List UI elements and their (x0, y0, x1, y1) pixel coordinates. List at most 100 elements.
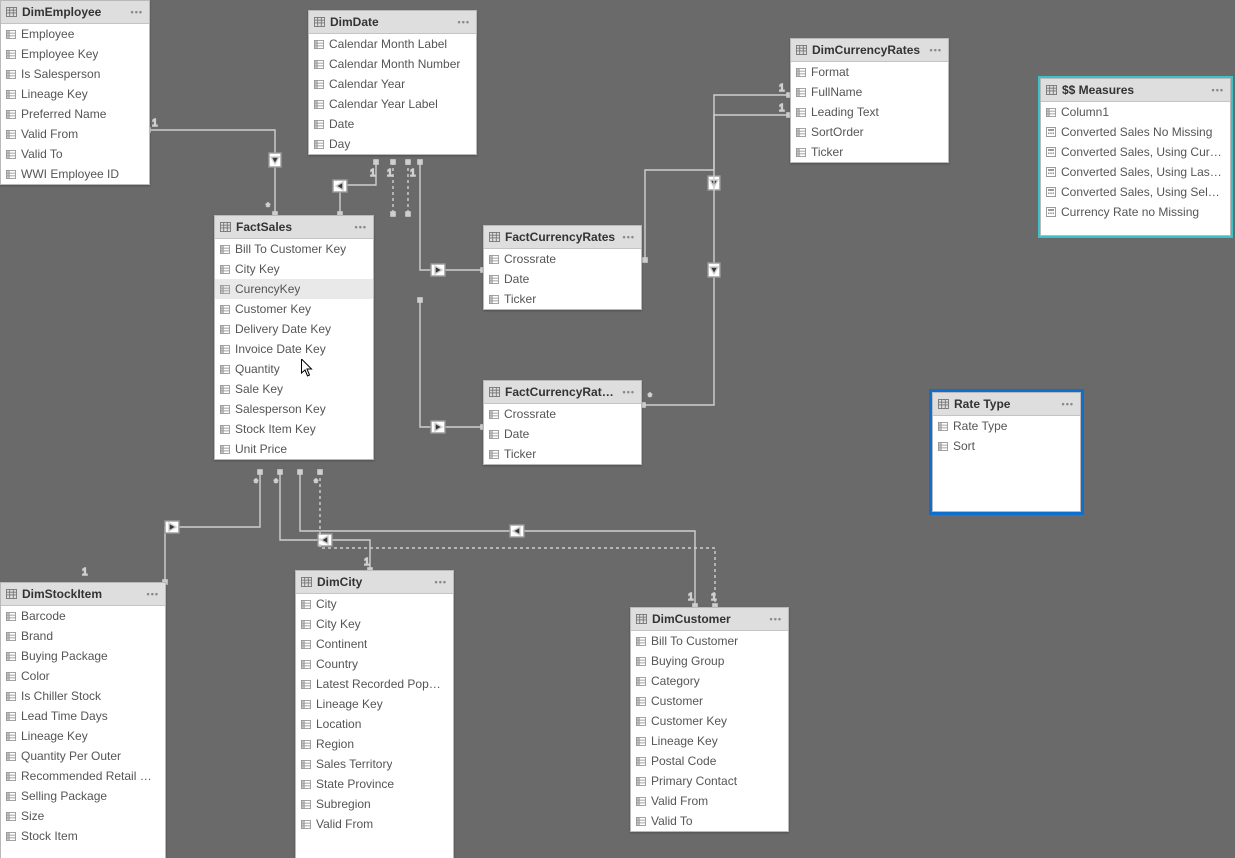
column-fullname[interactable]: FullName (791, 82, 948, 102)
column-is-chiller-stock[interactable]: Is Chiller Stock (1, 686, 165, 706)
table-dimstockitem[interactable]: DimStockItem ••• Barcode Brand Buying Pa… (0, 582, 166, 858)
column-calendar-month-number[interactable]: Calendar Month Number (309, 54, 476, 74)
table-header[interactable]: FactCurrencyRates... ••• (484, 381, 641, 404)
table-header[interactable]: DimEmployee ••• (1, 1, 149, 24)
column-city[interactable]: City (296, 594, 453, 614)
column-valid-to[interactable]: Valid To (631, 811, 788, 831)
column-sale-key[interactable]: Sale Key (215, 379, 373, 399)
column-quantity[interactable]: Quantity (215, 359, 373, 379)
more-icon[interactable]: ••• (623, 233, 635, 242)
table-factcurrencyrates-duplicate[interactable]: FactCurrencyRates... ••• Crossrate Date … (483, 380, 642, 465)
column-valid-from[interactable]: Valid From (296, 814, 453, 834)
more-icon[interactable]: ••• (147, 590, 159, 599)
table-header[interactable]: DimStockItem ••• (1, 583, 165, 606)
measure-currency-rate-no-missing[interactable]: Currency Rate no Missing (1041, 202, 1230, 222)
table-header[interactable]: $$ Measures ••• (1041, 79, 1230, 102)
column-salesperson-key[interactable]: Salesperson Key (215, 399, 373, 419)
column-recommended-retail-price[interactable]: Recommended Retail Price (1, 766, 165, 786)
column-customer-key[interactable]: Customer Key (631, 711, 788, 731)
column-location[interactable]: Location (296, 714, 453, 734)
more-icon[interactable]: ••• (355, 223, 367, 232)
column-latest-recorded-population[interactable]: Latest Recorded Populati... (296, 674, 453, 694)
column-selling-package[interactable]: Selling Package (1, 786, 165, 806)
column-stock-item-key[interactable]: Stock Item Key (215, 419, 373, 439)
table-header[interactable]: FactSales ••• (215, 216, 373, 239)
table-header[interactable]: DimCity ••• (296, 571, 453, 594)
column-employee-key[interactable]: Employee Key (1, 44, 149, 64)
table-dimcurrencyrates[interactable]: DimCurrencyRates ••• Format FullName Lea… (790, 38, 949, 163)
column-subregion[interactable]: Subregion (296, 794, 453, 814)
measure-converted-sales-last-rep[interactable]: Converted Sales, Using Last Rep... (1041, 162, 1230, 182)
column-employee[interactable]: Employee (1, 24, 149, 44)
column-date[interactable]: Date (484, 424, 641, 444)
column-postal-code[interactable]: Postal Code (631, 751, 788, 771)
column-state-province[interactable]: State Province (296, 774, 453, 794)
column-crossrate[interactable]: Crossrate (484, 249, 641, 269)
more-icon[interactable]: ••• (770, 615, 782, 624)
column-date[interactable]: Date (309, 114, 476, 134)
column-primary-contact[interactable]: Primary Contact (631, 771, 788, 791)
column-calendar-month-label[interactable]: Calendar Month Label (309, 34, 476, 54)
column-ticker[interactable]: Ticker (484, 289, 641, 309)
column-rate-type[interactable]: Rate Type (933, 416, 1080, 436)
column-size[interactable]: Size (1, 806, 165, 826)
column-city-key[interactable]: City Key (296, 614, 453, 634)
column-customer-key[interactable]: Customer Key (215, 299, 373, 319)
column-bill-to-customer-key[interactable]: Bill To Customer Key (215, 239, 373, 259)
column-color[interactable]: Color (1, 666, 165, 686)
table-dimcity[interactable]: DimCity ••• City City Key Continent Coun… (295, 570, 454, 858)
column-valid-from[interactable]: Valid From (1, 124, 149, 144)
column-leading-text[interactable]: Leading Text (791, 102, 948, 122)
column-valid-to[interactable]: Valid To (1, 144, 149, 164)
column-quantity-per-outer[interactable]: Quantity Per Outer (1, 746, 165, 766)
column-city-key[interactable]: City Key (215, 259, 373, 279)
column-buying-group[interactable]: Buying Group (631, 651, 788, 671)
table-measures[interactable]: $$ Measures ••• Column1 Converted Sales … (1040, 78, 1231, 236)
column-lead-time-days[interactable]: Lead Time Days (1, 706, 165, 726)
column-curencykey[interactable]: CurencyKey (215, 279, 373, 299)
table-header[interactable]: DimDate ••• (309, 11, 476, 34)
column-calendar-year-label[interactable]: Calendar Year Label (309, 94, 476, 114)
table-factsales[interactable]: FactSales ••• Bill To Customer Key City … (214, 215, 374, 460)
column-lineage-key[interactable]: Lineage Key (631, 731, 788, 751)
column-column1[interactable]: Column1 (1041, 102, 1230, 122)
column-category[interactable]: Category (631, 671, 788, 691)
column-country[interactable]: Country (296, 654, 453, 674)
column-is-salesperson[interactable]: Is Salesperson (1, 64, 149, 84)
table-header[interactable]: FactCurrencyRates ••• (484, 226, 641, 249)
column-buying-package[interactable]: Buying Package (1, 646, 165, 666)
column-brand[interactable]: Brand (1, 626, 165, 646)
column-ticker[interactable]: Ticker (791, 142, 948, 162)
column-sortorder[interactable]: SortOrder (791, 122, 948, 142)
more-icon[interactable]: ••• (1062, 400, 1074, 409)
column-sales-territory[interactable]: Sales Territory (296, 754, 453, 774)
column-lineage-key[interactable]: Lineage Key (296, 694, 453, 714)
column-wwi-employee-id[interactable]: WWI Employee ID (1, 164, 149, 184)
column-calendar-year[interactable]: Calendar Year (309, 74, 476, 94)
column-customer[interactable]: Customer (631, 691, 788, 711)
column-day[interactable]: Day (309, 134, 476, 154)
measure-converted-sales-current[interactable]: Converted Sales, Using Current ... (1041, 142, 1230, 162)
measure-converted-sales-no-missing[interactable]: Converted Sales No Missing (1041, 122, 1230, 142)
measure-converted-sales-selected[interactable]: Converted Sales, Using Selected... (1041, 182, 1230, 202)
table-dimcustomer[interactable]: DimCustomer ••• Bill To Customer Buying … (630, 607, 789, 832)
column-stock-item[interactable]: Stock Item (1, 826, 165, 846)
table-dimemployee[interactable]: DimEmployee ••• Employee Employee Key Is… (0, 0, 150, 185)
column-format[interactable]: Format (791, 62, 948, 82)
column-lineage-key[interactable]: Lineage Key (1, 726, 165, 746)
column-bill-to-customer[interactable]: Bill To Customer (631, 631, 788, 651)
column-crossrate[interactable]: Crossrate (484, 404, 641, 424)
more-icon[interactable]: ••• (131, 8, 143, 17)
more-icon[interactable]: ••• (623, 388, 635, 397)
more-icon[interactable]: ••• (458, 18, 470, 27)
more-icon[interactable]: ••• (435, 578, 447, 587)
column-date[interactable]: Date (484, 269, 641, 289)
column-unit-price[interactable]: Unit Price (215, 439, 373, 459)
column-region[interactable]: Region (296, 734, 453, 754)
more-icon[interactable]: ••• (1212, 86, 1224, 95)
column-sort[interactable]: Sort (933, 436, 1080, 456)
column-valid-from[interactable]: Valid From (631, 791, 788, 811)
column-invoice-date-key[interactable]: Invoice Date Key (215, 339, 373, 359)
table-factcurrencyrates[interactable]: FactCurrencyRates ••• Crossrate Date Tic… (483, 225, 642, 310)
table-header[interactable]: DimCustomer ••• (631, 608, 788, 631)
